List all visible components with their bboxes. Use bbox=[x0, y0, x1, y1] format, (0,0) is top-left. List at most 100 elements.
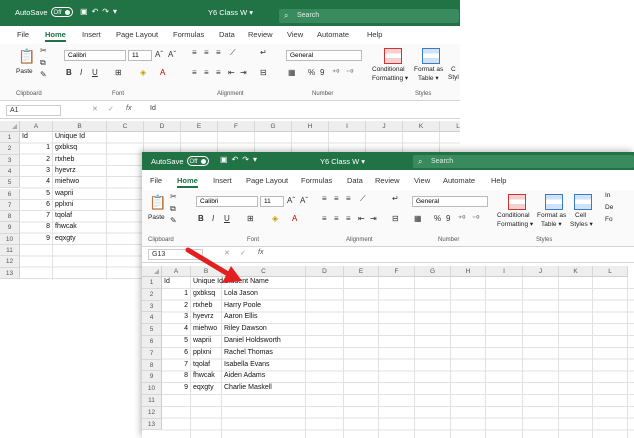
cell[interactable]: tqolaf bbox=[193, 361, 210, 368]
autosave-control[interactable]: AutoSave Off bbox=[15, 7, 73, 17]
cell[interactable]: eqxgty bbox=[193, 384, 214, 391]
cell[interactable]: Id bbox=[22, 133, 28, 140]
select-all-corner[interactable] bbox=[142, 266, 162, 277]
tab-automate[interactable]: Automate bbox=[317, 30, 349, 39]
align-left-icon[interactable]: ≡ bbox=[322, 214, 327, 223]
conditional-label[interactable]: Conditional bbox=[372, 66, 405, 73]
cell[interactable]: Lola Jason bbox=[224, 290, 258, 297]
row-header-7[interactable]: 7 bbox=[142, 347, 162, 360]
italic-icon[interactable]: I bbox=[80, 68, 82, 77]
cell[interactable]: 1 bbox=[20, 144, 50, 151]
increase-font-icon[interactable]: Aˆ bbox=[287, 196, 295, 205]
orientation-icon[interactable]: ⟋ bbox=[360, 194, 366, 204]
row-header-5[interactable]: 5 bbox=[0, 177, 20, 189]
cell[interactable]: Unique Id bbox=[193, 278, 223, 285]
row-header-1[interactable]: 1 bbox=[142, 277, 162, 289]
column-header-a[interactable]: A bbox=[162, 266, 191, 277]
search-box[interactable]: ⌕ Search bbox=[279, 9, 459, 23]
column-header-f[interactable]: F bbox=[218, 121, 255, 132]
cell[interactable]: Id bbox=[164, 278, 170, 285]
cell[interactable]: waprii bbox=[55, 190, 73, 197]
cell[interactable]: Rachel Thomas bbox=[224, 349, 273, 356]
tab-file[interactable]: File bbox=[150, 176, 162, 185]
cell[interactable]: Unique Id bbox=[55, 133, 85, 140]
column-header-c[interactable]: C bbox=[107, 121, 144, 132]
row-header-3[interactable]: 3 bbox=[0, 154, 20, 166]
wrap-text-icon[interactable]: ↵ bbox=[260, 48, 267, 57]
cell-styles-icon[interactable] bbox=[574, 194, 592, 210]
underline-icon[interactable]: U bbox=[224, 214, 230, 223]
merge-center-icon[interactable]: ⊟ bbox=[260, 68, 267, 77]
align-middle-icon[interactable]: ≡ bbox=[334, 194, 339, 203]
cell[interactable]: eqxgty bbox=[55, 235, 76, 242]
cell[interactable]: 6 bbox=[20, 201, 50, 208]
font-name-select[interactable]: Calibri bbox=[64, 50, 126, 61]
cell[interactable]: 3 bbox=[20, 167, 50, 174]
worksheet-grid[interactable]: A B C D E F G H I J K L 1 2 3 4 5 6 7 8 9 10 11 12 13 Id Unique Id… bbox=[142, 266, 634, 438]
column-header-k[interactable]: K bbox=[559, 266, 593, 277]
search-box[interactable]: ⌕ Search bbox=[413, 155, 634, 168]
font-size-select[interactable]: 11 bbox=[128, 50, 152, 61]
row-header-10[interactable]: 10 bbox=[142, 383, 162, 395]
column-header-a[interactable]: A bbox=[20, 121, 53, 132]
autosave-toggle[interactable]: Off bbox=[50, 7, 73, 17]
row-header-8[interactable]: 8 bbox=[142, 359, 162, 372]
number-format-select[interactable]: General bbox=[412, 196, 488, 207]
font-color-icon[interactable]: A bbox=[292, 214, 297, 223]
table-label[interactable]: Table ▾ bbox=[418, 74, 439, 82]
row-header-13[interactable]: 13 bbox=[0, 267, 20, 279]
tab-file[interactable]: File bbox=[17, 30, 29, 39]
fill-color-icon[interactable]: ◈ bbox=[272, 214, 278, 223]
cell[interactable]: Aiden Adams bbox=[224, 372, 265, 379]
cell[interactable]: fhwcak bbox=[193, 372, 215, 379]
autosave-control[interactable]: AutoSave Off bbox=[151, 156, 209, 166]
row-header-2[interactable]: 2 bbox=[0, 143, 20, 155]
align-top-icon[interactable]: ≡ bbox=[192, 48, 197, 57]
row-header-8[interactable]: 8 bbox=[0, 211, 20, 223]
align-left-icon[interactable]: ≡ bbox=[192, 68, 197, 77]
tab-home[interactable]: Home bbox=[45, 30, 66, 42]
tab-formulas[interactable]: Formulas bbox=[301, 176, 332, 185]
increase-indent-icon[interactable]: ⇥ bbox=[240, 68, 247, 77]
cell[interactable]: 7 bbox=[162, 361, 188, 368]
cell[interactable]: Isabella Evans bbox=[224, 361, 270, 368]
percent-icon[interactable]: % bbox=[308, 68, 315, 77]
decrease-decimal-icon[interactable]: ⁻⁰ bbox=[346, 68, 353, 77]
increase-font-icon[interactable]: Aˆ bbox=[155, 50, 163, 59]
cell-area[interactable]: Id Unique Id Student Name 1 gxbksq Lola Jason… bbox=[162, 277, 634, 438]
row-header-4[interactable]: 4 bbox=[0, 165, 20, 178]
cell[interactable]: pplxni bbox=[193, 349, 211, 356]
column-header-f[interactable]: F bbox=[379, 266, 415, 277]
fill-color-icon[interactable]: ◈ bbox=[140, 68, 146, 77]
enter-icon[interactable]: ✓ bbox=[240, 249, 246, 257]
table-label[interactable]: Table ▾ bbox=[541, 220, 562, 228]
copy-icon[interactable]: ⧉ bbox=[170, 204, 176, 214]
comma-icon[interactable]: 9 bbox=[320, 68, 324, 77]
cut-icon[interactable]: ✂ bbox=[170, 192, 177, 201]
column-header-j[interactable]: J bbox=[366, 121, 403, 132]
conditional-formatting-icon[interactable] bbox=[384, 48, 402, 64]
decrease-font-icon[interactable]: Aˇ bbox=[300, 196, 308, 205]
increase-indent-icon[interactable]: ⇥ bbox=[370, 214, 377, 223]
cell[interactable]: 2 bbox=[162, 302, 188, 309]
bold-icon[interactable]: B bbox=[198, 214, 204, 223]
cell[interactable]: rtxheb bbox=[193, 302, 212, 309]
undo-icon[interactable]: ↶ bbox=[92, 7, 103, 16]
column-header-b[interactable]: B bbox=[53, 121, 107, 132]
select-all-corner[interactable] bbox=[0, 121, 20, 132]
bold-icon[interactable]: B bbox=[66, 68, 72, 77]
insert-function-icon[interactable]: fx bbox=[126, 105, 131, 112]
column-header-k[interactable]: K bbox=[403, 121, 440, 132]
accounting-icon[interactable]: ▦ bbox=[414, 214, 422, 223]
row-header-6[interactable]: 6 bbox=[142, 336, 162, 348]
tab-page-layout[interactable]: Page Layout bbox=[116, 30, 158, 39]
cell[interactable]: Student Name bbox=[224, 278, 269, 285]
column-header-i[interactable]: I bbox=[486, 266, 523, 277]
insert-function-icon[interactable]: fx bbox=[258, 249, 263, 256]
cell[interactable]: 9 bbox=[162, 384, 188, 391]
tab-review[interactable]: Review bbox=[248, 30, 273, 39]
borders-icon[interactable]: ⊞ bbox=[247, 214, 254, 223]
customize-icon[interactable]: ▾ bbox=[253, 155, 261, 164]
format-as-label[interactable]: Format as bbox=[537, 212, 566, 219]
row-header-3[interactable]: 3 bbox=[142, 300, 162, 313]
